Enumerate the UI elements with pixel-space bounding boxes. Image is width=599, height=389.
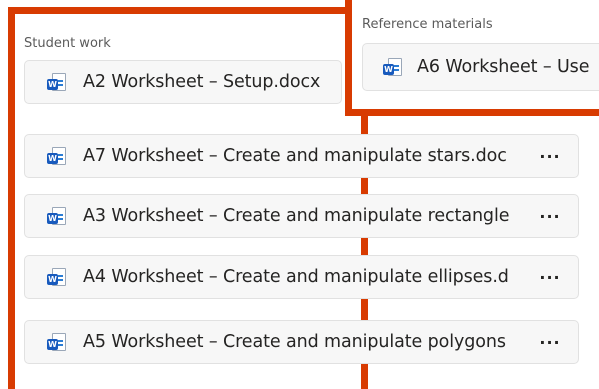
- file-card-a3[interactable]: W A3 Worksheet – Create and manipulate r…: [24, 194, 579, 238]
- file-name: A7 Worksheet – Create and manipulate sta…: [83, 146, 507, 166]
- file-name: A5 Worksheet – Create and manipulate pol…: [83, 332, 506, 352]
- more-options-button[interactable]: ···: [530, 201, 570, 231]
- file-card-a7[interactable]: W A7 Worksheet – Create and manipulate s…: [24, 134, 579, 178]
- word-document-icon: W: [383, 57, 403, 77]
- reference-materials-label: Reference materials: [362, 17, 493, 32]
- reference-materials-panel: Reference materials W A6 Worksheet – Use: [345, 0, 599, 116]
- word-document-icon: W: [47, 146, 67, 166]
- word-document-icon: W: [47, 267, 67, 287]
- file-card-a2[interactable]: W A2 Worksheet – Setup.docx: [24, 60, 342, 104]
- file-card-a5[interactable]: W A5 Worksheet – Create and manipulate p…: [24, 320, 579, 364]
- file-name: A4 Worksheet – Create and manipulate ell…: [83, 267, 509, 287]
- file-card-a6[interactable]: W A6 Worksheet – Use: [362, 43, 599, 91]
- file-name: A6 Worksheet – Use: [417, 57, 590, 77]
- more-options-button[interactable]: ···: [530, 262, 570, 292]
- file-card-a4[interactable]: W A4 Worksheet – Create and manipulate e…: [24, 255, 579, 299]
- file-name: A3 Worksheet – Create and manipulate rec…: [83, 206, 510, 226]
- word-document-icon: W: [47, 206, 67, 226]
- more-options-button[interactable]: ···: [530, 327, 570, 357]
- word-document-icon: W: [47, 72, 67, 92]
- word-document-icon: W: [47, 332, 67, 352]
- student-work-label: Student work: [24, 36, 111, 51]
- assignment-files-area: Student work W A2 Worksheet – Setup.docx…: [0, 0, 599, 389]
- file-name: A2 Worksheet – Setup.docx: [83, 72, 321, 92]
- more-options-button[interactable]: ···: [530, 141, 570, 171]
